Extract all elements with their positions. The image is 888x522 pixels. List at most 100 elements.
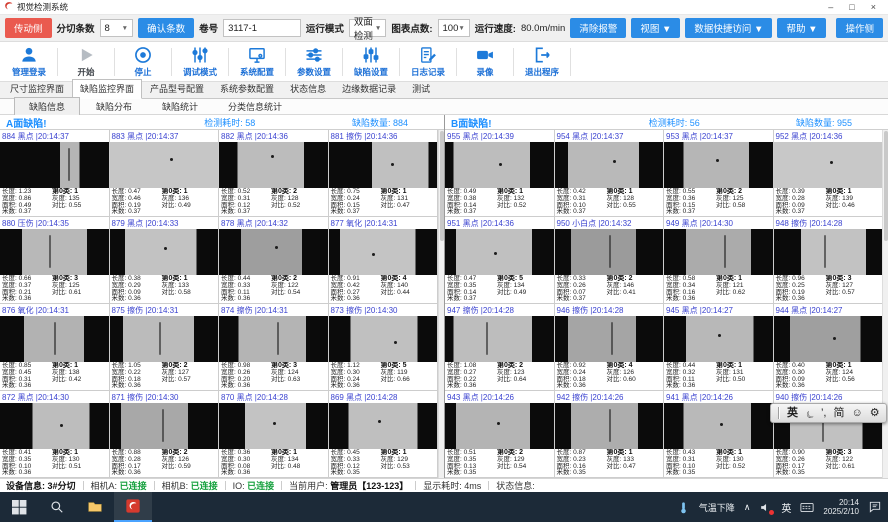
defect-cell[interactable]: 879 黑点 |20:14:33 长度: 0.38 宽度: 0.29 面积: 0… xyxy=(110,217,220,304)
slit-count-label: 分切条数 xyxy=(57,21,95,35)
defect-cell-header: 884 黑点 |20:14:37 xyxy=(0,130,109,142)
defect-cell[interactable]: 952 黑点 |20:14:36 长度: 0.39 宽度: 0.28 面积: 0… xyxy=(774,130,884,217)
defect-cell[interactable]: 954 黑点 |20:14:37 长度: 0.42 宽度: 0.31 面积: 0… xyxy=(555,130,665,217)
system-config-button[interactable]: 系统配置 xyxy=(234,45,280,78)
defect-cell[interactable]: 948 擦伤 |20:14:28 长度: 0.96 宽度: 0.25 面积: 0… xyxy=(774,217,884,304)
help-menu-button[interactable]: 帮助 ▼ xyxy=(777,18,826,38)
defect-cell[interactable]: 874 擦伤 |20:14:31 长度: 0.98 宽度: 0.26 面积: 0… xyxy=(219,304,329,391)
defect-contrast: 对比: 0.52 xyxy=(716,464,770,471)
slit-count-select[interactable]: 8 ▼ xyxy=(100,19,134,37)
defect-cell[interactable]: 955 黑点 |20:14:39 长度: 0.49 宽度: 0.38 面积: 0… xyxy=(445,130,555,217)
defect-cell-header: 875 擦伤 |20:14:31 xyxy=(110,304,219,316)
ime-punctuation-toggle[interactable]: ’, xyxy=(821,404,827,422)
defect-cell[interactable]: 882 黑点 |20:14:36 长度: 0.52 宽度: 0.31 面积: 0… xyxy=(219,130,329,217)
ime-english-toggle[interactable]: 英 xyxy=(787,404,798,422)
defect-cell[interactable]: 946 擦伤 |20:14:28 长度: 0.92 宽度: 0.24 面积: 0… xyxy=(555,304,665,391)
defect-cell[interactable]: 880 压伤 |20:14:35 长度: 0.66 宽度: 0.37 面积: 0… xyxy=(0,217,110,304)
tab-edge-data-record[interactable]: 边缘数据记录 xyxy=(334,79,404,99)
tab-status-info[interactable]: 状态信息 xyxy=(282,79,334,99)
taskbar-search-button[interactable] xyxy=(38,492,76,522)
defect-cell[interactable]: 943 黑点 |20:14:26 长度: 0.51 宽度: 0.35 面积: 0… xyxy=(445,391,555,478)
roll-number-input[interactable]: 3117-1 xyxy=(223,19,301,37)
ime-language-indicator[interactable]: 英 xyxy=(781,500,791,515)
defect-cell[interactable]: 949 黑点 |20:14:30 长度: 0.58 宽度: 0.34 面积: 0… xyxy=(664,217,774,304)
tab-test[interactable]: 测试 xyxy=(404,79,438,99)
inspection-app-button[interactable] xyxy=(114,492,152,522)
defect-meter-position: 米数: 0.36 xyxy=(666,296,713,303)
defect-cell[interactable]: 876 氧化 |20:14:31 长度: 0.85 宽度: 0.45 面积: 0… xyxy=(0,304,110,391)
defect-cell[interactable]: 871 擦伤 |20:14:30 长度: 0.88 宽度: 0.28 面积: 0… xyxy=(110,391,220,478)
defect-cell[interactable]: 878 黑点 |20:14:32 长度: 0.44 宽度: 0.33 面积: 0… xyxy=(219,217,329,304)
defect-contrast: 对比: 0.63 xyxy=(271,377,325,384)
drive-side-button[interactable]: 传动侧 xyxy=(5,18,52,38)
stop-button[interactable]: 停止 xyxy=(120,45,166,78)
ime-emoji-button[interactable]: ☺ xyxy=(851,404,862,422)
defect-cell[interactable]: 869 黑点 |20:14:28 长度: 0.45 宽度: 0.33 面积: 0… xyxy=(329,391,439,478)
admin-login-button[interactable]: 管理登录 xyxy=(6,45,52,78)
weather-text[interactable]: 气温下降 xyxy=(699,501,735,514)
ime-fullhalf-moon-icon[interactable]: ☽ xyxy=(800,403,818,423)
operator-side-button[interactable]: 操作侧 xyxy=(836,18,883,38)
defect-cell[interactable]: 947 擦伤 |20:14:28 长度: 1.08 宽度: 0.27 面积: 0… xyxy=(445,304,555,391)
defect-cell[interactable]: 953 黑点 |20:14:37 长度: 0.55 宽度: 0.36 面积: 0… xyxy=(664,130,774,217)
defect-cell[interactable]: 945 黑点 |20:14:27 长度: 0.44 宽度: 0.32 面积: 0… xyxy=(664,304,774,391)
debug-mode-button[interactable]: 调试模式 xyxy=(177,45,223,78)
defect-cell[interactable]: 950 小白点 |20:14:32 长度: 0.33 宽度: 0.26 面积: … xyxy=(555,217,665,304)
scrollbar-thumb[interactable] xyxy=(884,131,888,241)
defect-cell[interactable]: 881 擦伤 |20:14:36 长度: 0.75 宽度: 0.24 面积: 0… xyxy=(329,130,439,217)
start-button[interactable]: 开始 xyxy=(63,45,109,78)
defect-contrast: 对比: 0.57 xyxy=(162,377,216,384)
param-settings-button[interactable]: 参数设置 xyxy=(291,45,337,78)
record-video-button[interactable]: 录像 xyxy=(462,45,508,78)
data-access-menu-button[interactable]: 数据快捷访问 ▼ xyxy=(685,18,772,38)
defect-cell[interactable]: 884 黑点 |20:14:37 长度: 1.23 宽度: 0.86 面积: 0… xyxy=(0,130,110,217)
subtab-class-info-statistics[interactable]: 分类信息统计 xyxy=(214,98,296,115)
defect-meter-position: 米数: 0.36 xyxy=(221,383,268,390)
tab-defect-monitor[interactable]: 缺陷监控界面 xyxy=(72,79,142,99)
defect-cell[interactable]: 877 氧化 |20:14:31 长度: 0.91 宽度: 0.42 面积: 0… xyxy=(329,217,439,304)
divider xyxy=(285,48,286,76)
defect-cell[interactable]: 941 黑点 |20:14:26 长度: 0.43 宽度: 0.31 面积: 0… xyxy=(664,391,774,478)
ime-drag-handle[interactable] xyxy=(778,407,780,419)
ime-toolbar[interactable]: 英 ☽ ’, 简 ☺ ⚙ xyxy=(770,403,887,423)
taskbar-clock[interactable]: 20:14 2025/2/10 xyxy=(823,498,859,516)
clear-alarm-button[interactable]: 清除报警 xyxy=(570,18,626,38)
tab-size-monitor[interactable]: 尺寸监控界面 xyxy=(2,79,72,99)
start-button[interactable] xyxy=(0,492,38,522)
close-button[interactable]: × xyxy=(871,0,876,15)
search-icon xyxy=(50,500,64,514)
tab-product-model-config[interactable]: 产品型号配置 xyxy=(142,79,212,99)
volume-tray-icon[interactable] xyxy=(759,501,772,514)
ime-settings-gear-icon[interactable]: ⚙ xyxy=(870,404,880,422)
keyboard-icon[interactable] xyxy=(800,502,814,513)
chart-points-select[interactable]: 100 ▼ xyxy=(438,19,470,37)
tray-expand-chevron[interactable]: ∧ xyxy=(744,502,751,513)
confirm-count-button[interactable]: 确认条数 xyxy=(138,18,194,38)
defect-cell[interactable]: 951 黑点 |20:14:36 长度: 0.47 宽度: 0.35 面积: 0… xyxy=(445,217,555,304)
defect-cell[interactable]: 870 黑点 |20:14:28 长度: 0.36 宽度: 0.30 面积: 0… xyxy=(219,391,329,478)
defect-cell[interactable]: 942 擦伤 |20:14:26 长度: 0.87 宽度: 0.23 面积: 0… xyxy=(555,391,665,478)
panel-a-detect-time: 检测耗时: 58 xyxy=(204,116,255,129)
defect-cell[interactable]: 883 黑点 |20:14:37 长度: 0.47 宽度: 0.46 面积: 0… xyxy=(110,130,220,217)
action-center-icon[interactable] xyxy=(868,500,882,514)
minimize-button[interactable]: – xyxy=(828,0,833,15)
defect-cell[interactable]: 875 擦伤 |20:14:31 长度: 1.05 宽度: 0.22 面积: 0… xyxy=(110,304,220,391)
defect-cell[interactable]: 872 黑点 |20:14:30 长度: 0.41 宽度: 0.35 面积: 0… xyxy=(0,391,110,478)
view-menu-button[interactable]: 视图 ▼ xyxy=(631,18,680,38)
tab-system-param-config[interactable]: 系统参数配置 xyxy=(212,79,282,99)
subtab-defect-statistics[interactable]: 缺陷统计 xyxy=(148,98,212,115)
file-explorer-button[interactable] xyxy=(76,492,114,522)
subtab-defect-distribution[interactable]: 缺陷分布 xyxy=(82,98,146,115)
defect-cell[interactable]: 944 黑点 |20:14:27 长度: 0.40 宽度: 0.30 面积: 0… xyxy=(774,304,884,391)
defect-cell[interactable]: 873 擦伤 |20:14:30 长度: 1.12 宽度: 0.30 面积: 0… xyxy=(329,304,439,391)
panel-b-scrollbar[interactable] xyxy=(882,130,888,478)
log-record-button[interactable]: 日志记录 xyxy=(405,45,451,78)
run-mode-select[interactable]: 双面检测 ▼ xyxy=(349,19,386,37)
subtab-defect-info[interactable]: 缺陷信息 xyxy=(14,97,80,116)
defect-sliders-icon xyxy=(361,45,381,65)
exit-program-button[interactable]: 退出程序 xyxy=(519,45,565,78)
defect-settings-button[interactable]: 缺陷设置 xyxy=(348,45,394,78)
ime-simplified-toggle[interactable]: 简 xyxy=(833,404,844,422)
maximize-button[interactable]: □ xyxy=(849,0,854,15)
defect-meter-position: 米数: 0.35 xyxy=(776,470,823,477)
